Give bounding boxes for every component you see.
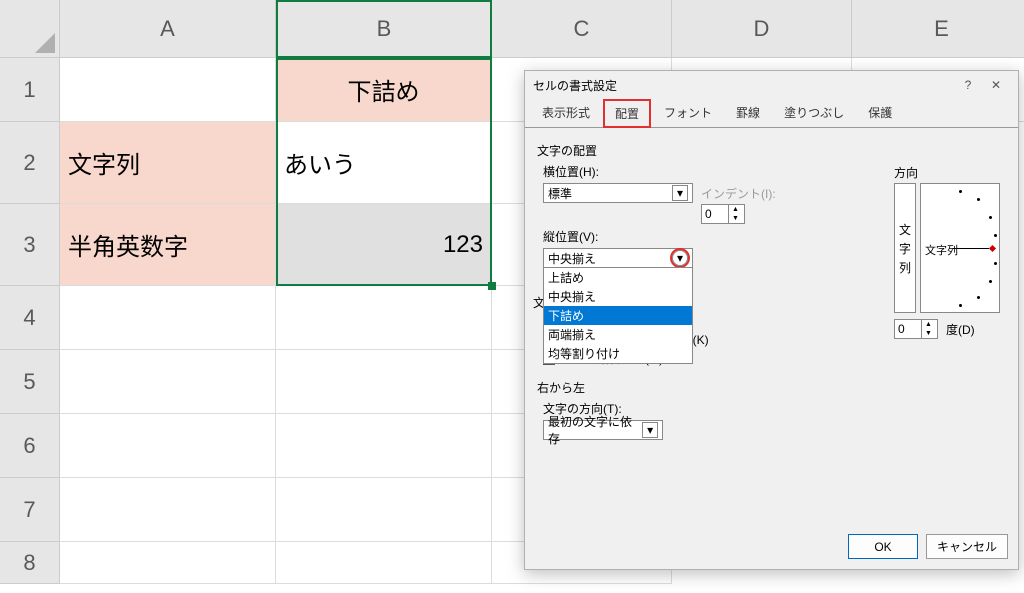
cell-b6[interactable] bbox=[276, 414, 492, 478]
cell-b7[interactable] bbox=[276, 478, 492, 542]
indent-up-icon[interactable]: ▲ bbox=[728, 205, 742, 214]
row-header-5[interactable]: 5 bbox=[0, 350, 60, 414]
indent-value[interactable] bbox=[702, 207, 728, 221]
col-header-b[interactable]: B bbox=[276, 0, 492, 58]
orientation-label: 方向 bbox=[894, 164, 1004, 181]
indent-stepper[interactable]: ▲ ▼ bbox=[701, 204, 745, 224]
vert-option-center[interactable]: 中央揃え bbox=[544, 287, 692, 306]
row-header-2[interactable]: 2 bbox=[0, 122, 60, 204]
col-header-e[interactable]: E bbox=[852, 0, 1024, 58]
chevron-down-icon[interactable]: ▾ bbox=[672, 250, 688, 266]
tab-number-format[interactable]: 表示形式 bbox=[531, 99, 601, 128]
select-all-triangle[interactable] bbox=[0, 0, 60, 58]
vert-option-top[interactable]: 上詰め bbox=[544, 268, 692, 287]
col-header-c[interactable]: C bbox=[492, 0, 672, 58]
format-cells-dialog: セルの書式設定 ? ✕ 表示形式 配置 フォント 罫線 塗りつぶし 保護 文字の… bbox=[524, 70, 1019, 570]
degrees-stepper[interactable]: ▲ ▼ bbox=[894, 319, 938, 339]
horizontal-combobox[interactable]: 標準 ▾ bbox=[543, 183, 693, 203]
tab-alignment[interactable]: 配置 bbox=[603, 99, 651, 128]
tab-border[interactable]: 罫線 bbox=[725, 99, 771, 128]
cell-b1[interactable]: 下詰め bbox=[276, 58, 492, 122]
dialog-buttons: OK キャンセル bbox=[848, 534, 1008, 559]
rtl-group-label: 右から左 bbox=[537, 379, 1006, 396]
col-header-a[interactable]: A bbox=[60, 0, 276, 58]
dialog-titlebar[interactable]: セルの書式設定 ? ✕ bbox=[525, 71, 1018, 99]
cell-a6[interactable] bbox=[60, 414, 276, 478]
indent-label: インデント(I): bbox=[701, 185, 776, 202]
orientation-wheel-text: 文字列 bbox=[925, 242, 958, 258]
cell-a1[interactable] bbox=[60, 58, 276, 122]
vertical-value: 中央揃え bbox=[548, 250, 596, 267]
vertical-combobox[interactable]: 中央揃え ▾ 上詰め 中央揃え 下詰め 両端揃え 均等割り付け bbox=[543, 248, 693, 268]
tab-protection[interactable]: 保護 bbox=[857, 99, 903, 128]
cancel-button[interactable]: キャンセル bbox=[926, 534, 1008, 559]
fill-handle[interactable] bbox=[488, 282, 496, 290]
vertical-text-button[interactable]: 文字列 bbox=[894, 183, 916, 313]
col-header-d[interactable]: D bbox=[672, 0, 852, 58]
cell-a4[interactable] bbox=[60, 286, 276, 350]
vert-option-bottom[interactable]: 下詰め bbox=[544, 306, 692, 325]
dialog-tabs: 表示形式 配置 フォント 罫線 塗りつぶし 保護 bbox=[525, 99, 1018, 128]
cell-b4[interactable] bbox=[276, 286, 492, 350]
tab-fill[interactable]: 塗りつぶし bbox=[773, 99, 855, 128]
help-icon[interactable]: ? bbox=[954, 78, 982, 92]
cell-b3[interactable]: 123 bbox=[276, 204, 492, 286]
row-header-6[interactable]: 6 bbox=[0, 414, 60, 478]
orientation-indicator-line bbox=[953, 248, 989, 249]
vertical-dropdown[interactable]: 上詰め 中央揃え 下詰め 両端揃え 均等割り付け bbox=[543, 267, 693, 364]
chevron-down-icon[interactable]: ▾ bbox=[642, 422, 658, 438]
text-direction-value: 最初の文字に依存 bbox=[548, 413, 642, 447]
cell-a8[interactable] bbox=[60, 542, 276, 584]
row-header-7[interactable]: 7 bbox=[0, 478, 60, 542]
cell-a3[interactable]: 半角英数字 bbox=[60, 204, 276, 286]
cell-b8[interactable] bbox=[276, 542, 492, 584]
close-icon[interactable]: ✕ bbox=[982, 78, 1010, 92]
degrees-down-icon[interactable]: ▼ bbox=[921, 329, 935, 338]
degrees-value[interactable] bbox=[895, 322, 921, 336]
orientation-handle-icon[interactable] bbox=[989, 245, 996, 252]
row-header-4[interactable]: 4 bbox=[0, 286, 60, 350]
ok-button[interactable]: OK bbox=[848, 534, 918, 559]
cell-a7[interactable] bbox=[60, 478, 276, 542]
orientation-group: 方向 文字列 文字列 bbox=[894, 164, 1004, 342]
orientation-wheel[interactable]: 文字列 bbox=[920, 183, 1000, 313]
cell-b5[interactable] bbox=[276, 350, 492, 414]
vert-option-distributed[interactable]: 均等割り付け bbox=[544, 344, 692, 363]
horizontal-value: 標準 bbox=[548, 185, 572, 202]
indent-down-icon[interactable]: ▼ bbox=[728, 214, 742, 223]
row-header-8[interactable]: 8 bbox=[0, 542, 60, 584]
row-header-1[interactable]: 1 bbox=[0, 58, 60, 122]
column-headers: A B C D E bbox=[60, 0, 1024, 58]
tab-font[interactable]: フォント bbox=[653, 99, 723, 128]
text-alignment-group-label: 文字の配置 bbox=[537, 142, 1006, 159]
cell-b2[interactable]: あいう bbox=[276, 122, 492, 204]
alignment-panel: 文字の配置 横位置(H): 標準 ▾ インデント(I): ▲ bbox=[525, 128, 1018, 453]
text-direction-combobox[interactable]: 最初の文字に依存 ▾ bbox=[543, 420, 663, 440]
degrees-label: 度(D) bbox=[946, 321, 975, 338]
row-header-3[interactable]: 3 bbox=[0, 204, 60, 286]
row-headers: 1 2 3 4 5 6 7 8 bbox=[0, 58, 60, 584]
cell-a2[interactable]: 文字列 bbox=[60, 122, 276, 204]
dialog-title: セルの書式設定 bbox=[533, 77, 617, 94]
chevron-down-icon[interactable]: ▾ bbox=[672, 185, 688, 201]
degrees-up-icon[interactable]: ▲ bbox=[921, 320, 935, 329]
vert-option-justify[interactable]: 両端揃え bbox=[544, 325, 692, 344]
cell-a5[interactable] bbox=[60, 350, 276, 414]
